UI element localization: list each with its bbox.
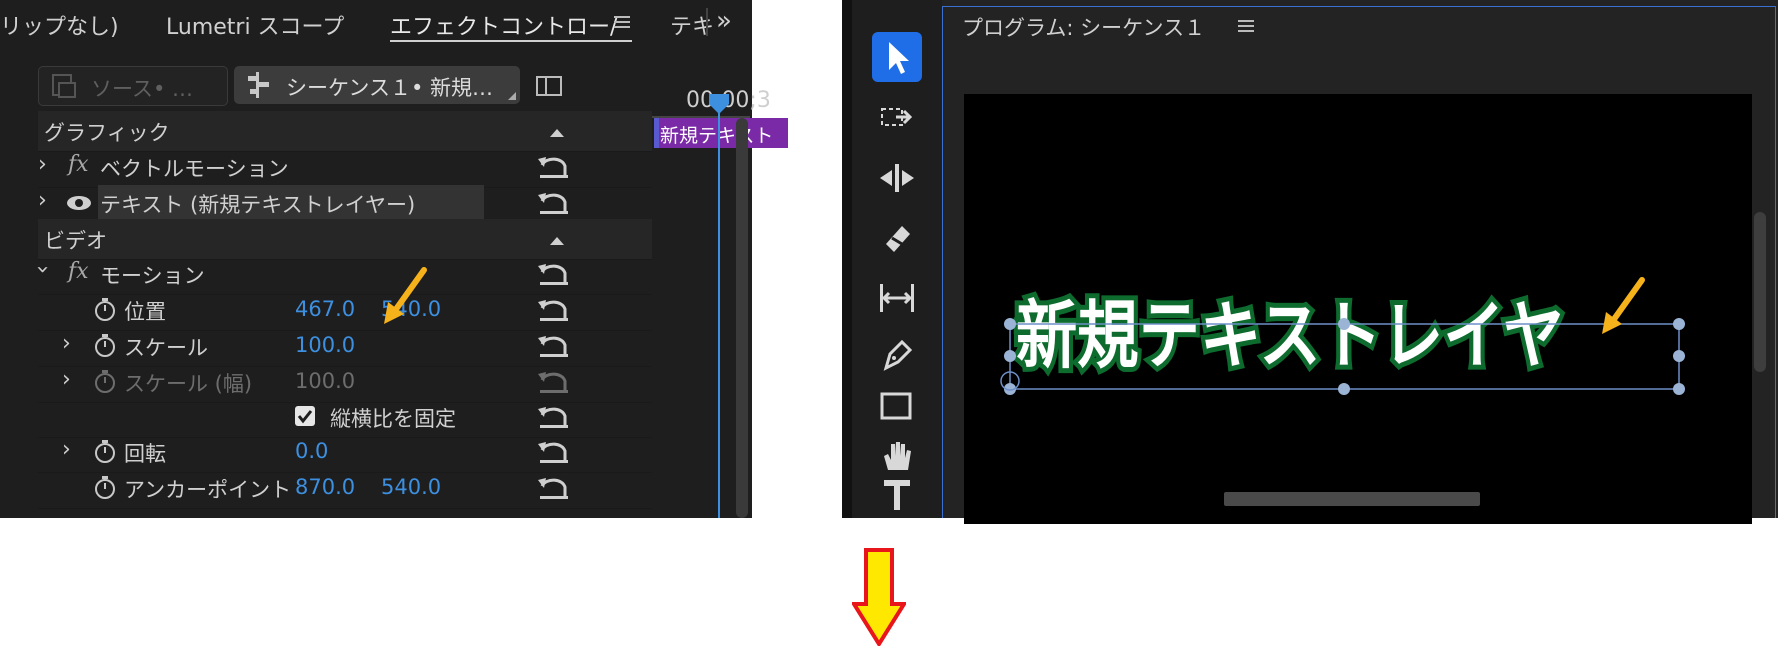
checkmark-icon [297,410,313,424]
source-dropdown[interactable]: ソース• … [38,66,228,106]
program-monitor-title: プログラム: シーケンス１ [962,16,1206,40]
annotation-arrow-position [384,267,427,324]
anchor-point-label: アンカーポイント [124,478,292,502]
vector-motion-label: ベクトルモーション [100,157,289,181]
position-x-value[interactable]: 467.0 [295,297,355,321]
rectangle-icon[interactable] [872,382,922,432]
reset-parameter-icon[interactable] [536,438,570,466]
position-label: 位置 [124,300,166,324]
ripple-edit-icon[interactable] [872,154,922,204]
stopwatch-icon [95,370,115,393]
svg-text:新規テキストレイヤ: 新規テキストレイヤ [1016,293,1564,379]
tab-lumetri-scopes[interactable]: Lumetri スコープ [166,9,344,41]
fx-icon[interactable]: fx [68,259,89,284]
section-graphic-label: グラフィック [44,121,170,145]
type-icon[interactable] [872,470,922,516]
pen-icon[interactable] [872,330,922,380]
reset-parameter-icon[interactable] [536,260,570,288]
stopwatch-icon[interactable] [94,298,116,322]
scale-value[interactable]: 100.0 [295,333,355,357]
anchor-x-value[interactable]: 870.0 [295,475,355,499]
dropdown-corner-icon [508,92,516,100]
active-tab-underline [390,40,632,42]
section-graphic[interactable]: グラフィック [38,111,652,152]
scale-label: スケール [124,336,208,360]
tools-divider [842,0,852,518]
eye-icon[interactable] [66,195,92,211]
reset-parameter-icon[interactable] [536,189,570,217]
sequence-dropdown[interactable]: シーケンス１• 新規… [234,66,520,104]
uniform-scale-label: 縦横比を固定 [330,407,456,431]
playhead-handle-icon[interactable] [707,94,731,114]
collapse-up-icon[interactable] [550,127,564,137]
tab-clip-mixer[interactable]: リップなし) [0,9,119,41]
fx-icon[interactable]: fx [68,152,89,177]
menu-icon[interactable] [614,14,630,30]
program-monitor-panel: プログラム: シーケンス１ 新規テキストレイヤ [942,0,1778,524]
stopwatch-icon[interactable] [94,440,116,464]
stopwatch-icon[interactable] [94,476,116,500]
playhead-line [718,102,720,518]
reset-parameter-icon[interactable] [536,403,570,431]
text-layer-label: テキスト (新規テキストレイヤー) [100,193,416,217]
text-clip-label: 新規テキスト [660,125,774,147]
rotation-label: 回転 [124,442,166,466]
mini-timeline[interactable]: 00;00;3 新規テキスト [652,62,788,518]
source-dropdown-label: ソース• … [91,77,194,101]
toggle-timeline-icon[interactable] [536,74,564,98]
expand-chevron-icon[interactable]: › [62,367,71,392]
menu-icon[interactable] [1238,18,1254,34]
expand-chevron-icon[interactable]: › [62,331,71,356]
razor-icon[interactable] [872,214,922,264]
reset-parameter-icon[interactable] [536,153,570,181]
reset-parameter-icon[interactable] [536,332,570,360]
tab-effect-controls[interactable]: エフェクトコントロー/ [390,9,617,41]
sequence-icon [248,72,269,98]
effect-controls-panel: リップなし) Lumetri スコープ エフェクトコントロー/ テキ » ソース… [0,0,788,518]
text-clip[interactable]: 新規テキスト [654,118,788,148]
section-video-label: ビデオ [44,229,107,253]
source-icon [52,74,76,98]
vertical-scrollbar[interactable] [1754,212,1766,372]
annotation-arrow-canvas [1602,277,1645,334]
expanded-chevron-icon[interactable]: › [30,265,55,274]
down-arrow-icon [852,548,906,646]
expand-chevron-icon[interactable]: › [38,152,47,177]
sequence-dropdown-label: シーケンス１• 新規… [286,76,494,100]
uniform-scale-checkbox[interactable] [295,406,315,426]
reset-parameter-icon [536,368,570,396]
timeline-scrollbar[interactable] [736,118,748,518]
stopwatch-icon[interactable] [94,334,116,358]
tab-overflow-icon[interactable]: » [716,6,732,36]
tab-divider [706,8,708,36]
expand-chevron-icon[interactable]: › [38,188,47,213]
reset-parameter-icon[interactable] [536,474,570,502]
scale-width-value: 100.0 [295,369,356,393]
zoom-scrollbar[interactable] [1224,492,1480,506]
selection-tool-icon[interactable] [872,32,922,82]
motion-label: モーション [100,264,205,288]
rotation-value[interactable]: 0.0 [295,439,328,463]
anchor-y-value[interactable]: 540.0 [381,475,441,499]
scale-width-label: スケール (幅) [124,372,253,396]
collapse-up-icon[interactable] [550,235,564,245]
reset-parameter-icon[interactable] [536,296,570,324]
expand-chevron-icon[interactable]: › [62,437,71,462]
track-select-icon[interactable] [872,94,922,144]
slip-icon[interactable] [872,274,922,324]
